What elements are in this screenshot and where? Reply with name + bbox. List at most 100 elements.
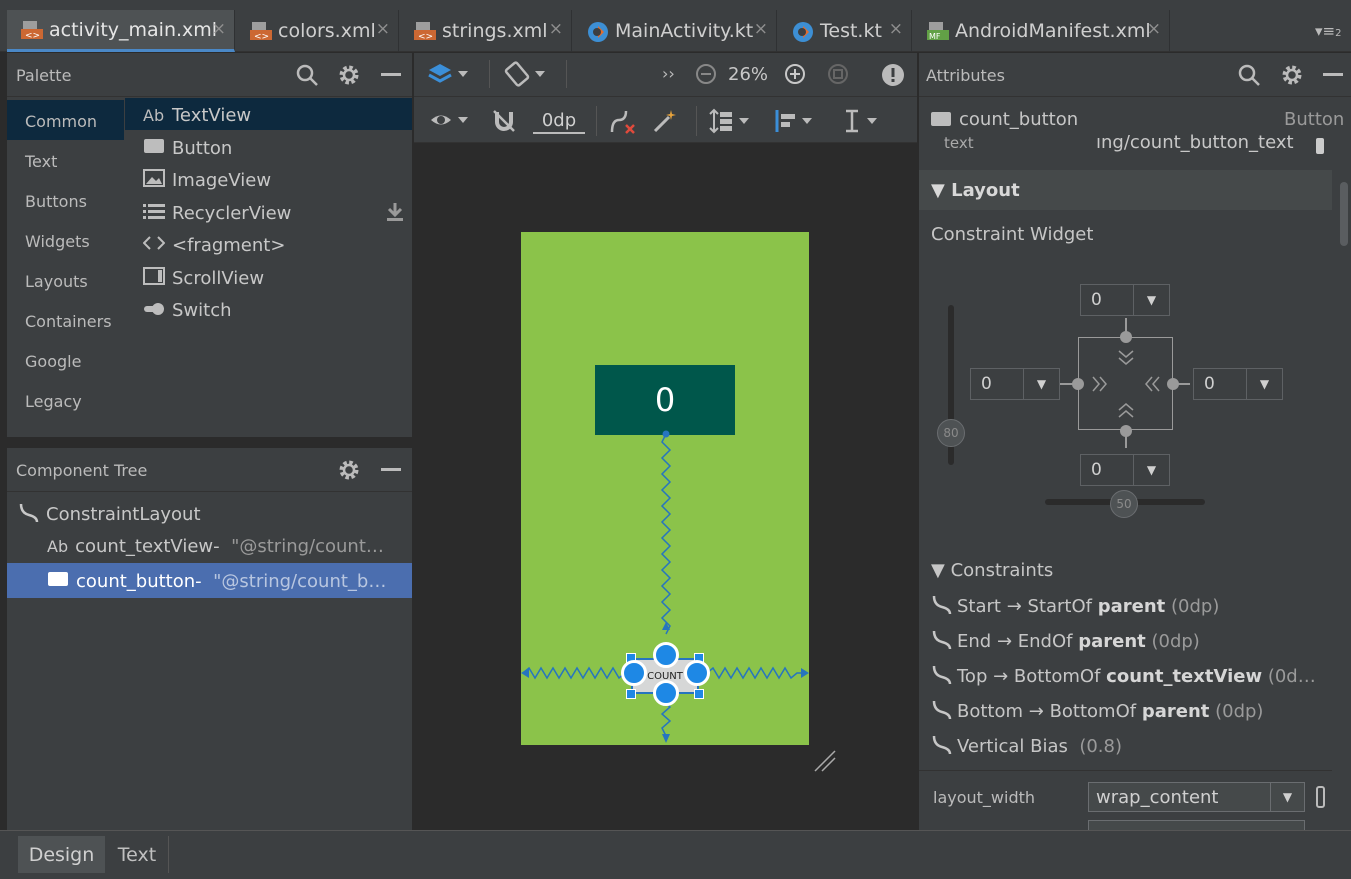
margin-start-dropdown[interactable]: 0 ▼ (970, 368, 1060, 400)
code-icon (142, 235, 167, 255)
zoom-fit-icon[interactable] (827, 63, 849, 89)
constraints-section-title[interactable]: ▼ Constraints (931, 560, 1053, 581)
pack-icon[interactable] (709, 108, 753, 138)
search-icon[interactable] (1237, 63, 1261, 91)
palette-category-layouts[interactable]: Layouts (25, 272, 88, 291)
end-anchor-handle[interactable] (684, 660, 710, 686)
toolbar-divider (566, 60, 567, 88)
tab-strings[interactable]: <> strings.xml × (400, 10, 572, 52)
layout-section-title[interactable]: ▼ Layout (931, 180, 1020, 201)
palette-category-text[interactable]: Text (25, 152, 57, 171)
gear-icon[interactable] (337, 458, 361, 486)
close-icon[interactable]: × (1147, 19, 1161, 39)
minimize-icon[interactable] (1323, 73, 1343, 76)
margin-top-dropdown[interactable]: 0 ▼ (1080, 284, 1170, 316)
palette-category-containers[interactable]: Containers (25, 312, 112, 331)
start-anchor-handle[interactable] (621, 660, 647, 686)
palette-item-recyclerview[interactable]: RecyclerView (143, 200, 291, 226)
chevron-down-icon: ▼ (1270, 783, 1304, 811)
clear-constraints-icon[interactable] (609, 108, 637, 140)
close-icon[interactable]: × (212, 19, 226, 39)
layout-height-dropdown[interactable] (1088, 820, 1305, 830)
gear-icon[interactable] (337, 63, 361, 91)
constraint-row-vertical-bias[interactable]: Vertical Bias (0.8) (931, 733, 1122, 760)
layers-icon[interactable] (427, 62, 473, 92)
kotlin-file-icon (792, 21, 814, 42)
download-icon[interactable] (386, 202, 404, 226)
zoom-level: 26% (728, 64, 769, 85)
layout-width-dropdown[interactable]: wrap_content ▼ (1088, 782, 1305, 812)
chevron-down-icon: ▼ (1023, 369, 1059, 399)
margin-end-dropdown[interactable]: 0 ▼ (1193, 368, 1283, 400)
device-resize-icon[interactable] (812, 748, 838, 778)
close-icon[interactable]: × (376, 19, 390, 39)
tab-mainactivity[interactable]: MainActivity.kt × (573, 10, 777, 52)
tab-test[interactable]: Test.kt × (778, 10, 912, 52)
constraint-row-bottom[interactable]: Bottom → BottomOf parent (0dp) (931, 698, 1263, 725)
gear-icon[interactable] (1280, 63, 1304, 91)
minimize-icon[interactable] (381, 468, 401, 471)
scrollbar-thumb[interactable] (1340, 182, 1348, 246)
constraint-icon (931, 663, 957, 690)
tab-design[interactable]: Design (18, 836, 105, 873)
tab-activity-main[interactable]: <> activity_main.xml × (7, 10, 235, 52)
text-attr-value[interactable]: ıng/count_button_text (1096, 132, 1294, 153)
tab-text[interactable]: Text (106, 836, 169, 873)
close-icon[interactable]: × (549, 19, 563, 39)
close-icon[interactable]: × (889, 19, 903, 39)
chevron-down-icon: ▼ (1133, 285, 1169, 315)
zoom-out-icon[interactable] (695, 63, 717, 89)
bottom-anchor-handle[interactable] (653, 680, 679, 706)
orientation-icon[interactable] (504, 60, 550, 92)
palette-item-switch[interactable]: Switch (143, 297, 232, 323)
tab-overflow-button[interactable]: ▾≡2 (1315, 22, 1341, 40)
palette-category-common[interactable]: Common (25, 112, 97, 131)
guidelines-icon[interactable] (843, 108, 883, 138)
tab-label: colors.xml (278, 20, 376, 42)
layout-width-toggle[interactable] (1316, 786, 1325, 808)
image-icon (143, 169, 167, 191)
close-icon[interactable]: × (754, 19, 768, 39)
palette-item-imageview[interactable]: ImageView (143, 167, 271, 193)
palette-item-button[interactable]: Button (143, 135, 232, 161)
margin-bottom-dropdown[interactable]: 0 ▼ (1080, 454, 1170, 486)
minimize-icon[interactable] (381, 73, 401, 76)
eye-icon[interactable] (430, 109, 472, 135)
count-textview-preview[interactable]: 0 (595, 365, 735, 435)
palette-category-buttons[interactable]: Buttons (25, 192, 87, 211)
align-icon[interactable] (774, 108, 818, 138)
constraint-row-start[interactable]: Start → StartOf parent (0dp) (931, 593, 1219, 620)
tree-node-count-button[interactable]: count_button- "@string/count_b… (47, 571, 386, 592)
attr-flag-icon[interactable] (1316, 138, 1324, 154)
svg-text:<>: <> (25, 31, 40, 40)
tab-manifest[interactable]: MF AndroidManifest.xml × (913, 10, 1170, 52)
attributes-title: Attributes (926, 66, 1005, 85)
magnet-off-icon[interactable] (491, 108, 517, 138)
constraint-icon (931, 733, 957, 760)
palette-category-google[interactable]: Google (25, 352, 81, 371)
constraint-row-end[interactable]: End → EndOf parent (0dp) (931, 628, 1200, 655)
magic-wand-icon[interactable] (652, 108, 678, 138)
palette-category-legacy[interactable]: Legacy (25, 392, 82, 411)
tab-colors[interactable]: <> colors.xml × (236, 10, 399, 52)
resize-handle[interactable] (694, 689, 704, 699)
toolbar-overflow-chevron[interactable]: ›› (662, 64, 675, 83)
horizontal-bias-thumb[interactable]: 50 (1110, 490, 1138, 518)
tab-label: strings.xml (442, 20, 548, 42)
vertical-bias-thumb[interactable]: 80 (937, 419, 965, 447)
search-icon[interactable] (295, 63, 319, 91)
toolbar-divider (596, 106, 597, 136)
tab-label: Test.kt (820, 20, 882, 42)
top-anchor-handle[interactable] (653, 642, 679, 668)
palette-item-scrollview[interactable]: ScrollView (143, 265, 264, 291)
tree-node-constraintlayout[interactable]: ConstraintLayout (18, 501, 201, 528)
tree-node-count-textview[interactable]: Ab count_textView- "@string/count… (47, 536, 384, 557)
resize-handle[interactable] (626, 689, 636, 699)
zoom-in-icon[interactable] (784, 63, 806, 89)
palette-item-textview[interactable]: Ab TextView (143, 102, 251, 128)
default-margin-field[interactable]: 0dp (533, 110, 585, 134)
palette-item-fragment[interactable]: <fragment> (142, 232, 285, 258)
constraint-row-top[interactable]: Top → BottomOf count_textView (0d… (931, 663, 1316, 690)
warning-icon[interactable] (881, 63, 905, 91)
palette-category-widgets[interactable]: Widgets (25, 232, 90, 251)
